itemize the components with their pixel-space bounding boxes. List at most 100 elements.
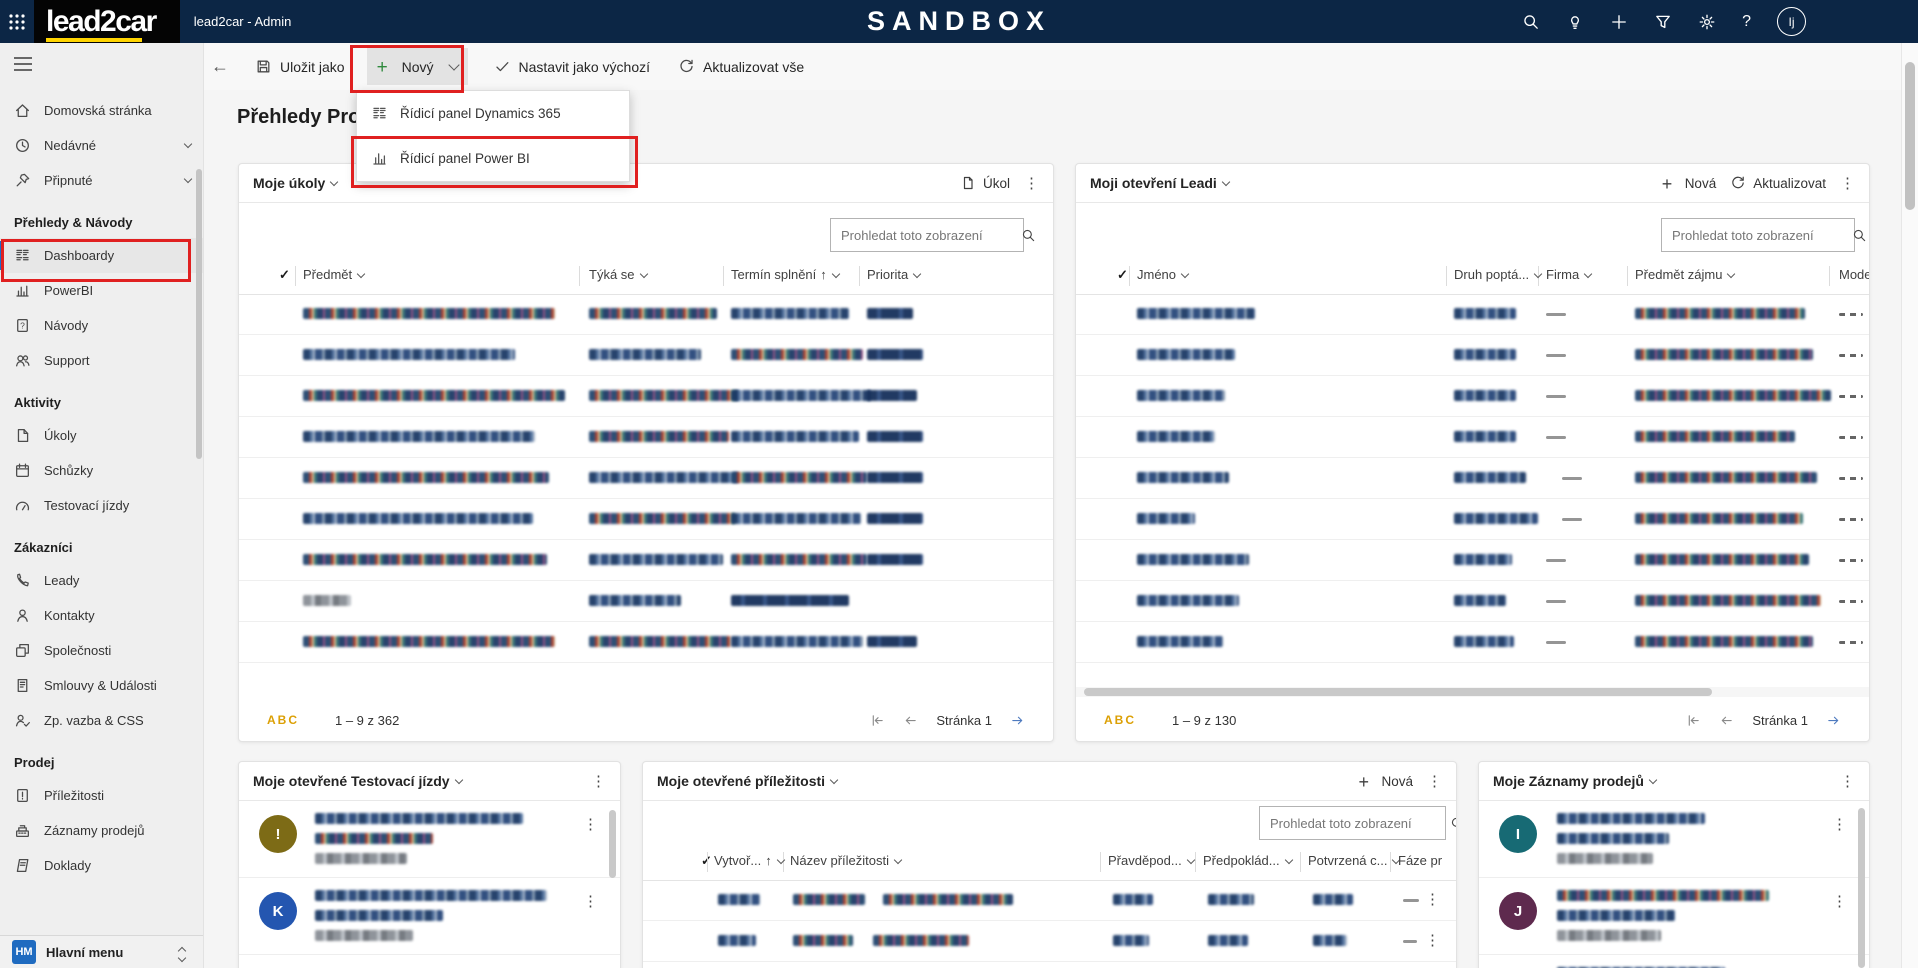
sidebar-item-zaznamy-prodeju[interactable]: Záznamy prodejů [0,813,203,848]
table-row[interactable] [1076,622,1869,663]
vertical-scrollbar-thumb[interactable] [1858,808,1865,968]
page-scrollbar-thumb[interactable] [1905,62,1915,210]
sidebar-item-domovska-stranka[interactable]: Domovská stránka [0,93,203,128]
list-item[interactable]: !⋮ [239,801,620,878]
page-first-icon[interactable] [870,713,885,728]
search-icon[interactable] [1522,13,1540,31]
table-row[interactable] [239,622,1053,663]
list-item[interactable]: M⋮ [1479,955,1869,968]
page-prev-icon[interactable] [1719,713,1734,728]
search-icon[interactable] [1852,228,1867,243]
set-default-button[interactable]: Nastavit jako výchozí [484,48,661,85]
row-more-icon[interactable]: ⋮ [583,894,598,909]
sidebar-item-smlouvy-udalosti[interactable]: Smlouvy & Události [0,668,203,703]
table-row[interactable] [239,376,1053,417]
gear-icon[interactable] [1698,13,1716,31]
sidebar-item-nedavne[interactable]: Nedávné [0,128,203,163]
table-row[interactable] [239,581,1053,622]
sidebar-item-dashboardy[interactable]: Dashboardy [0,238,203,273]
table-row[interactable] [239,294,1053,335]
new-lead-button[interactable]: + Nová [1662,175,1717,191]
column-header-druh-popta[interactable]: Druh poptá... [1454,267,1541,282]
sidebar-scrollbar-thumb[interactable] [196,169,202,459]
column-header-jmeno[interactable]: Jméno [1137,267,1188,282]
horizontal-scrollbar-thumb[interactable] [1084,688,1712,696]
column-header-nazev-prilezitosti[interactable]: Název příležitosti [790,853,901,868]
search-input[interactable] [1260,816,1450,831]
row-more-icon[interactable]: ⋮ [1832,894,1847,909]
column-header-vytvor[interactable]: Vytvoř...↑ [714,853,784,868]
jump-bar[interactable]: ABC [1104,713,1136,727]
more-commands-icon[interactable]: ⋮ [1840,774,1855,789]
sidebar-item-navody[interactable]: ?Návody [0,308,203,343]
main-menu-switcher[interactable]: HM Hlavní menu [0,935,203,968]
list-item[interactable]: K⋮ [239,878,620,955]
column-header-model[interactable]: Model [1839,267,1870,282]
sidebar-item-schuzky[interactable]: Schůzky [0,453,203,488]
sidebar-item-kontakty[interactable]: Kontakty [0,598,203,633]
table-row[interactable] [239,417,1053,458]
table-row[interactable] [239,335,1053,376]
table-row[interactable] [1076,335,1869,376]
view-selector[interactable]: Moje Záznamy prodejů [1493,773,1656,789]
more-commands-icon[interactable]: ⋮ [1427,774,1442,789]
table-row[interactable]: ⋮ [643,921,1456,962]
column-header-potvrzena-c[interactable]: Potvrzená c... [1308,853,1399,868]
table-row[interactable] [1076,540,1869,581]
list-item[interactable]: J⋮ [1479,878,1869,955]
select-all-check[interactable]: ✓ [279,267,290,283]
sidebar-item-ukoly[interactable]: Úkoly [0,418,203,453]
sidebar-item-leady[interactable]: Leady [0,563,203,598]
list-item[interactable]: I⋮ [1479,801,1869,878]
page-prev-icon[interactable] [903,713,918,728]
new-button[interactable]: + Nový [367,48,468,85]
help-icon[interactable]: ? [1742,13,1751,31]
sidebar-item-support[interactable]: Support [0,343,203,378]
view-selector[interactable]: Moje otevřené příležitosti [657,773,837,789]
jump-bar[interactable]: ABC [267,713,299,727]
user-avatar[interactable]: Ij [1777,7,1806,36]
vertical-scrollbar-thumb[interactable] [609,810,616,878]
column-header-faze-pr[interactable]: Fáze pr [1398,853,1442,868]
menu-item-powerbi-dashboard[interactable]: Řídicí panel Power BI [357,136,629,181]
refresh-all-button[interactable]: Aktualizovat vše [668,48,814,85]
column-header-firma[interactable]: Firma [1546,267,1591,282]
hamburger-menu-icon[interactable] [12,53,34,75]
more-commands-icon[interactable]: ⋮ [591,774,606,789]
app-launcher-waffle-icon[interactable] [0,0,34,43]
sidebar-item-spolecnosti[interactable]: Společnosti [0,633,203,668]
column-header-pravdepod[interactable]: Přavděpod... [1108,853,1194,868]
more-commands-icon[interactable]: ⋮ [1840,176,1855,191]
view-selector[interactable]: Moje úkoly [253,175,337,191]
sidebar-item-pripnute[interactable]: Připnuté [0,163,203,198]
column-header-priorita[interactable]: Priorita [867,267,920,282]
table-row[interactable] [1076,581,1869,622]
search-icon[interactable] [1450,816,1457,831]
table-row[interactable] [239,458,1053,499]
table-row[interactable] [1076,499,1869,540]
search-icon[interactable] [1021,228,1036,243]
column-header-predmet[interactable]: Předmět [303,267,364,282]
column-header-predpoklad[interactable]: Předpoklád... [1203,853,1292,868]
table-row[interactable] [1076,458,1869,499]
row-more-icon[interactable]: ⋮ [1425,892,1440,907]
table-row[interactable] [239,499,1053,540]
table-row[interactable] [1076,417,1869,458]
table-row[interactable] [1076,294,1869,335]
sidebar-item-testovaci-jizdy[interactable]: Testovací jízdy [0,488,203,523]
search-input[interactable] [1662,228,1852,243]
menu-item-dynamics-dashboard[interactable]: Řídicí panel Dynamics 365 [357,91,629,136]
new-task-button[interactable]: Úkol [960,175,1010,191]
refresh-button[interactable]: Aktualizovat [1730,175,1826,191]
sidebar-item-powerbi[interactable]: PowerBI [0,273,203,308]
new-opportunity-button[interactable]: + Nová [1358,773,1413,789]
select-all-check[interactable]: ✓ [1117,267,1128,283]
plus-icon[interactable] [1610,13,1628,31]
sidebar-item-zp-vazba-css[interactable]: Zp. vazba & CSS [0,703,203,738]
column-header-predmet-zajmu[interactable]: Předmět zájmu [1635,267,1734,282]
sidebar-item-prilezitosti[interactable]: Příležitosti [0,778,203,813]
column-header-termin-splneni[interactable]: Termín splnění↑ [731,267,839,282]
view-selector[interactable]: Moje otevřené Testovací jízdy [253,773,462,789]
save-as-button[interactable]: Uložit jako [245,48,355,85]
column-header-tyka-se[interactable]: Týká se [589,267,647,282]
